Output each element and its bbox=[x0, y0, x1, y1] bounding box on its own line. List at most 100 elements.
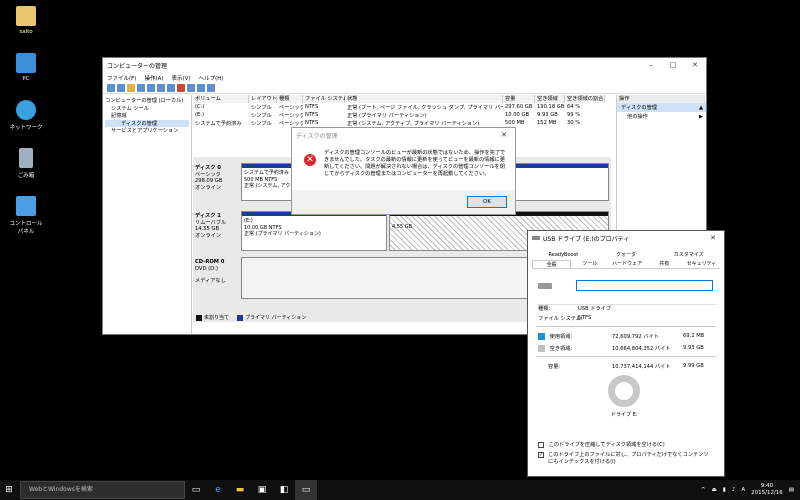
tree-disk-management[interactable]: ディスクの管理 bbox=[105, 119, 189, 127]
computer-management-taskbar-button[interactable]: ◧ bbox=[273, 480, 295, 500]
table-row[interactable]: (C:) シンプル ベーシック NTFS 正常 (ブート, ページ ファイル, … bbox=[193, 103, 613, 111]
battery-icon[interactable]: ▮ bbox=[723, 487, 726, 493]
used-bytes: 72,609,792 バイト bbox=[612, 334, 659, 340]
settings-icon[interactable] bbox=[167, 84, 175, 92]
search-icon[interactable] bbox=[197, 84, 205, 92]
tab-readyboost[interactable]: ReadyBoost bbox=[532, 251, 595, 260]
dialog-titlebar[interactable]: ディスクの管理 ✕ bbox=[292, 128, 515, 142]
col-type[interactable]: 種類 bbox=[277, 95, 303, 103]
index-option[interactable]: ✓ このドライブ上のファイルに対し、プロパティだけでなくコンテンツにもインデック… bbox=[538, 452, 713, 465]
tab-quota[interactable]: クォータ bbox=[595, 251, 658, 260]
col-volume[interactable]: ボリューム bbox=[193, 95, 249, 103]
start-button[interactable]: ⊞ bbox=[0, 480, 20, 500]
close-button[interactable]: ✕ bbox=[684, 61, 706, 69]
volume-table-header: ボリューム レイアウト 種類 ファイル システム 状態 容量 空き領域 空き領域… bbox=[193, 95, 613, 103]
menu-view[interactable]: 表示(V) bbox=[172, 74, 191, 82]
col-status[interactable]: 状態 bbox=[345, 95, 503, 103]
index-label: このドライブ上のファイルに対し、プロパティだけでなくコンテンツにもインデックスを… bbox=[548, 452, 709, 465]
disk0-c-partition[interactable] bbox=[513, 163, 609, 201]
desktop-icon-user[interactable]: saito bbox=[6, 6, 46, 35]
disk0-label[interactable]: ディスク 0 ベーシック 298.09 GB オンライン bbox=[195, 165, 239, 191]
desktop-icon-pc[interactable]: PC bbox=[6, 53, 46, 82]
tab-tools[interactable]: ツール bbox=[571, 260, 608, 268]
menu-action[interactable]: 操作(A) bbox=[144, 74, 163, 82]
notifications-icon[interactable]: ▤ bbox=[789, 487, 794, 493]
forward-icon[interactable] bbox=[117, 84, 125, 92]
legend-primary: プライマリ パーティション bbox=[237, 314, 306, 321]
edge-button[interactable]: e bbox=[207, 480, 229, 500]
compress-checkbox[interactable] bbox=[538, 441, 544, 448]
tab-general[interactable]: 全般 bbox=[532, 260, 572, 268]
desktop-icon-recycle-bin[interactable]: ごみ箱 bbox=[6, 148, 46, 179]
cell: 10.00 GB bbox=[505, 112, 530, 118]
window-titlebar[interactable]: コンピューターの管理 – □ ✕ bbox=[103, 58, 706, 72]
dialog-close-button[interactable]: ✕ bbox=[493, 131, 515, 139]
list-icon[interactable] bbox=[207, 84, 215, 92]
properties-titlebar[interactable]: USB ドライブ (E:)のプロパティ ✕ bbox=[528, 231, 724, 245]
user-folder-icon bbox=[16, 6, 36, 26]
show-hidden-icons[interactable]: ^ bbox=[701, 487, 706, 493]
actions-header: 操作 bbox=[617, 95, 706, 103]
back-icon[interactable] bbox=[107, 84, 115, 92]
tree-root[interactable]: コンピューターの管理 (ローカル) bbox=[105, 97, 189, 105]
legend: 未割り当て プライマリ パーティション bbox=[196, 314, 306, 321]
menu-bar: ファイル(F) 操作(A) 表示(V) ヘルプ(H) bbox=[103, 72, 706, 83]
compress-option[interactable]: このドライブを圧縮してディスク領域を空ける(C) bbox=[538, 441, 665, 448]
actions-selected-label: ディスクの管理 bbox=[621, 105, 657, 111]
tree-storage[interactable]: 記憶域 bbox=[105, 112, 189, 120]
actions-disk-management[interactable]: ディスクの管理 ▲ bbox=[617, 103, 706, 112]
store-button[interactable]: ▣ bbox=[251, 480, 273, 500]
col-filesystem[interactable]: ファイル システム bbox=[303, 95, 348, 103]
task-view-icon: ▭ bbox=[191, 485, 201, 495]
menu-file[interactable]: ファイル(F) bbox=[107, 74, 136, 82]
tab-security[interactable]: セキュリティ bbox=[683, 260, 720, 268]
index-checkbox[interactable]: ✓ bbox=[538, 452, 544, 458]
tabs-row-2: 全般 ツール ハードウェア 共有 セキュリティ bbox=[532, 260, 720, 269]
minimize-button[interactable]: – bbox=[640, 61, 662, 69]
ime-indicator[interactable]: A bbox=[741, 487, 745, 493]
col-free[interactable]: 空き領域 bbox=[535, 95, 565, 103]
delete-icon[interactable] bbox=[177, 84, 185, 92]
check-icon[interactable] bbox=[187, 84, 195, 92]
free-bytes: 10,664,804,352 バイト bbox=[612, 346, 671, 352]
explorer-button[interactable]: ▬ bbox=[229, 480, 251, 500]
help-icon[interactable] bbox=[147, 84, 155, 92]
properties-close-button[interactable]: ✕ bbox=[702, 234, 724, 242]
tab-hardware[interactable]: ハードウェア bbox=[608, 260, 645, 268]
cdrom-label[interactable]: CD-ROM 0 DVD (D:) メディアなし bbox=[195, 259, 239, 285]
usb-eject-icon[interactable]: ⏏ bbox=[712, 487, 717, 493]
toolbar bbox=[103, 83, 706, 94]
tree-system-tools[interactable]: システム ツール bbox=[105, 105, 189, 113]
volume-icon[interactable]: ♪ bbox=[732, 487, 736, 493]
cell: ベーシック bbox=[279, 112, 303, 119]
actions-other[interactable]: 他の操作 ▶ bbox=[617, 112, 706, 121]
col-capacity[interactable]: 容量 bbox=[503, 95, 535, 103]
task-view-button[interactable]: ▭ bbox=[185, 480, 207, 500]
col-layout[interactable]: レイアウト bbox=[249, 95, 277, 103]
disk1-label[interactable]: ディスク 1 リムーバブル 14.55 GB オンライン bbox=[195, 213, 239, 239]
properties-icon[interactable] bbox=[157, 84, 165, 92]
windows-icon: ⊞ bbox=[5, 485, 13, 495]
disk1-e-partition[interactable]: (E:) 10.00 GB NTFS 正常 (プライマリ パーティション) bbox=[241, 211, 387, 251]
tree-services[interactable]: サービスとアプリケーション bbox=[105, 127, 189, 135]
taskbar-search-box[interactable]: WebとWindowsを検索 bbox=[20, 481, 185, 499]
table-row[interactable]: (E:) シンプル ベーシック NTFS 正常 (プライマリ パーティション) … bbox=[193, 111, 613, 119]
menu-help[interactable]: ヘルプ(H) bbox=[199, 74, 224, 82]
view-icon[interactable] bbox=[137, 84, 145, 92]
desktop-icon-label: ごみ箱 bbox=[17, 173, 35, 179]
free-label: 空き領域: bbox=[549, 346, 573, 352]
desktop-icon-network[interactable]: ネットワーク bbox=[6, 100, 46, 131]
tab-sharing[interactable]: 共有 bbox=[646, 260, 683, 268]
clock[interactable]: 9:40 2015/12/16 bbox=[751, 483, 783, 497]
desktop-icon-control-panel[interactable]: コントロール パネル bbox=[6, 196, 46, 235]
col-free-pct[interactable]: 空き領域の割合 bbox=[565, 95, 605, 103]
folder-icon[interactable] bbox=[127, 84, 135, 92]
actions-other-label: 他の操作 bbox=[627, 114, 648, 120]
volume-label-input[interactable] bbox=[576, 280, 713, 291]
table-row[interactable]: システムで予約済み シンプル ベーシック NTFS 正常 (システム, アクティ… bbox=[193, 119, 613, 127]
tab-customize[interactable]: カスタマイズ bbox=[657, 251, 720, 260]
maximize-button[interactable]: □ bbox=[662, 61, 684, 69]
dialog-message: ディスクの管理コンソールのビューが最新の状態ではないため、操作を完了できませんで… bbox=[324, 150, 506, 177]
ok-button[interactable]: OK bbox=[467, 196, 507, 208]
properties-taskbar-button[interactable]: ▭ bbox=[295, 480, 317, 500]
